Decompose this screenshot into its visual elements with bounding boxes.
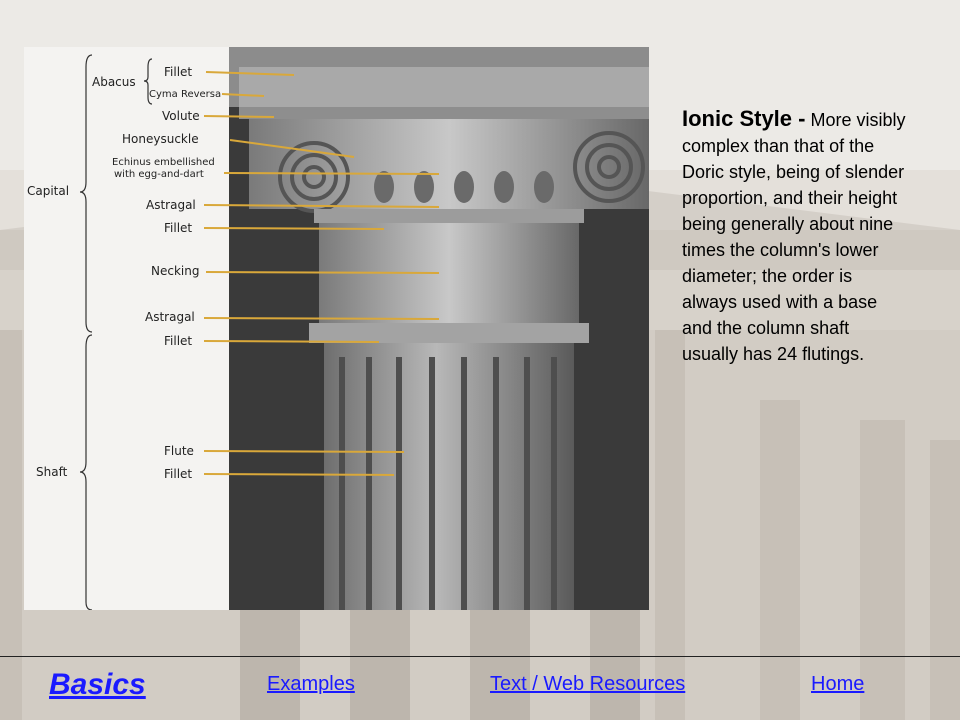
part-label: with egg-and-dart xyxy=(114,169,204,180)
footer-divider xyxy=(0,656,960,657)
ionic-column-diagram: Capital Shaft Abacus Fillet Cyma Reversa… xyxy=(24,47,649,610)
part-label: Fillet xyxy=(164,221,193,235)
column-illustration xyxy=(79,47,649,610)
part-label: Astragal xyxy=(145,310,195,324)
part-label: Flute xyxy=(164,444,194,458)
part-label: Cyma Reversa xyxy=(149,89,222,100)
capital-label: Capital xyxy=(27,184,70,198)
part-label: Astragal xyxy=(146,198,196,212)
abacus-label: Abacus xyxy=(92,75,136,89)
resources-link[interactable]: Text / Web Resources xyxy=(490,673,685,696)
ionic-style-description: Ionic Style - More visibly complex than … xyxy=(682,106,907,367)
home-link[interactable]: Home xyxy=(811,673,864,696)
ionic-style-term: Ionic Style - xyxy=(682,106,806,131)
part-label: Fillet xyxy=(164,467,193,481)
part-label: Honeysuckle xyxy=(122,132,199,146)
ionic-style-body: More visibly complex than that of the Do… xyxy=(682,110,906,364)
shaft-label: Shaft xyxy=(36,465,68,479)
part-label: Fillet xyxy=(164,65,193,79)
basics-link[interactable]: Basics xyxy=(49,668,146,702)
part-label: Necking xyxy=(151,264,200,278)
part-label: Echinus embellished xyxy=(112,157,215,168)
part-label: Fillet xyxy=(164,334,193,348)
part-label: Volute xyxy=(162,109,200,123)
examples-link[interactable]: Examples xyxy=(267,673,355,696)
